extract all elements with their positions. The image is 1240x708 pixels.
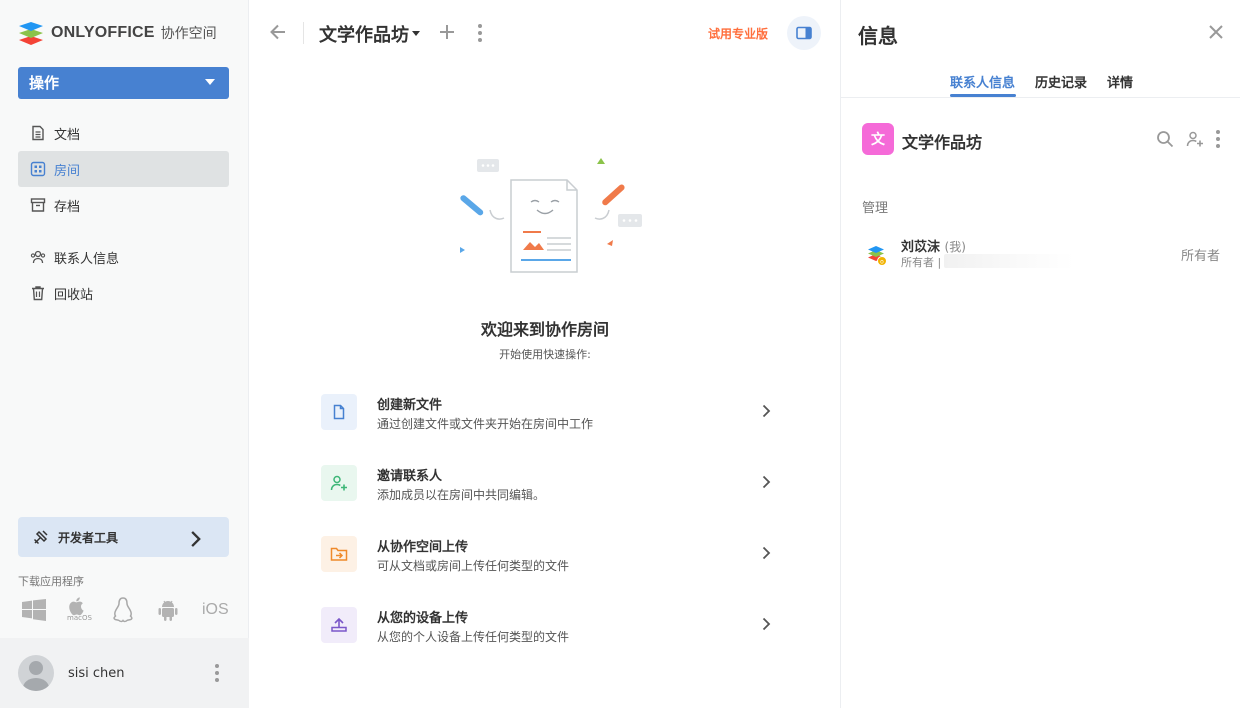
svg-text:o: o [880,258,884,265]
quick-action-description: 可从文档或房间上传任何类型的文件 [377,559,570,573]
tab-contacts[interactable]: 联系人信息 [950,72,1015,91]
add-user-icon[interactable] [1186,130,1204,148]
ios-link[interactable]: iOS [202,596,247,624]
sidebar-item-archive[interactable]: 存档 [18,187,229,223]
chevron-right-icon [762,617,771,631]
group-label-admins: 管理 [862,201,889,216]
sidebar-item-trash[interactable]: 回收站 [18,275,229,311]
list-item[interactable]: o 刘苡沫 (我) 所有者 | 所有者 [862,234,1220,274]
contacts-icon [30,250,46,264]
member-subtitle: 所有者 | [901,256,942,269]
info-panel-title: 信息 [858,24,898,48]
main-content: 文学作品坊 试用专业版 欢迎来到协作房间 开始使用快速操作: 创建新文件 通过创 [250,0,840,708]
folder-upload-icon [321,536,357,572]
caret-down-icon [205,79,215,85]
actions-button[interactable]: 操作 [18,67,229,99]
sidebar-item-label: 存档 [54,199,81,215]
member-email-redacted [944,254,1074,268]
chevron-right-icon [762,546,771,560]
chevron-right-icon [191,531,201,547]
new-file-icon [321,394,357,430]
quick-action-description: 添加成员以在房间中共同编辑。 [377,488,546,502]
try-pro-link[interactable]: 试用专业版 [708,25,768,42]
logo[interactable]: ONLYOFFICE 协作空间 [18,21,217,45]
quick-action-title: 从协作空间上传 [377,540,469,555]
developer-tools-icon [33,530,48,545]
tab-history[interactable]: 历史记录 [1035,72,1087,91]
header-divider [303,22,304,44]
more-vertical-icon[interactable] [215,664,219,682]
room-member-actions [1156,130,1220,148]
chevron-right-icon [762,404,771,418]
sidebar-item-documents[interactable]: 文档 [18,115,229,151]
platform-links: macOS iOS [22,596,247,624]
device-upload-icon [321,607,357,643]
empty-room-illustration [460,158,642,273]
page-title[interactable]: 文学作品坊 [319,21,409,47]
room-avatar: 文 [862,123,894,155]
actions-button-label: 操作 [29,74,60,92]
avatar[interactable] [18,655,54,691]
developer-tools-label: 开发者工具 [58,530,119,545]
android-icon[interactable] [157,596,202,624]
user-name: sisi chen [68,665,125,681]
quick-action-create-file[interactable]: 创建新文件 通过创建文件或文件夹开始在房间中工作 [321,390,771,434]
owner-avatar-icon: o [868,246,887,266]
tab-details[interactable]: 详情 [1107,72,1133,91]
room-name: 文学作品坊 [902,133,983,152]
macos-label: macOS [67,614,92,622]
member-name-text: 刘苡沫 [901,240,941,255]
caret-down-icon[interactable] [412,31,420,36]
room-header: 文学作品坊 试用专业版 [250,0,840,66]
developer-tools-button[interactable]: 开发者工具 [18,517,229,557]
member-me-tag: (我) [944,240,966,254]
sidebar-item-rooms[interactable]: 房间 [18,151,229,187]
search-icon[interactable] [1156,130,1174,148]
welcome-title: 欢迎来到协作房间 [480,320,609,339]
member-role: 所有者 [1180,249,1220,264]
quick-action-title: 邀请联系人 [377,469,443,484]
sidebar-item-label: 文档 [54,127,81,143]
quick-action-title: 创建新文件 [377,398,443,413]
sidebar-item-contacts[interactable]: 联系人信息 [18,239,229,275]
welcome-subtitle: 开始使用快速操作: [499,348,591,361]
info-panel: 信息 联系人信息 历史记录 详情 文 文学作品坊 管理 o 刘苡沫 (我) 所有… [840,0,1240,708]
sidebar-item-label: 回收站 [54,287,94,303]
sidebar-item-label: 房间 [54,163,81,179]
sidebar: ONLYOFFICE 协作空间 操作 文档 房间 存档 联系人信息 回收站 开发… [0,0,249,708]
side-panel-icon [796,26,812,40]
windows-icon[interactable] [22,596,67,624]
linux-icon[interactable] [112,596,157,624]
active-tab-indicator [950,94,1016,97]
chevron-right-icon [762,475,771,489]
plus-icon[interactable] [438,22,456,42]
quick-action-description: 从您的个人设备上传任何类型的文件 [377,630,570,644]
download-apps-title: 下载应用程序 [18,575,84,588]
arrow-left-icon[interactable] [268,22,288,42]
quick-action-title: 从您的设备上传 [377,611,469,626]
member-name: 刘苡沫 (我) [901,236,966,255]
close-icon[interactable] [1208,24,1224,40]
trash-icon [32,286,44,301]
apple-macos-icon[interactable]: macOS [67,596,112,624]
invite-user-icon [321,465,357,501]
quick-action-upload-from-docspace[interactable]: 从协作空间上传 可从文档或房间上传任何类型的文件 [321,532,771,576]
logo-subtitle: 协作空间 [160,26,217,42]
quick-action-invite-contacts[interactable]: 邀请联系人 添加成员以在房间中共同编辑。 [321,461,771,505]
logo-text: ONLYOFFICE [51,24,155,41]
rooms-grid-icon [30,161,46,177]
info-tabs: 联系人信息 历史记录 详情 [841,66,1240,98]
document-icon [32,125,44,141]
archive-icon [30,198,46,212]
user-profile-bar[interactable]: sisi chen [0,638,249,708]
more-vertical-icon[interactable] [478,24,482,42]
quick-action-description: 通过创建文件或文件夹开始在房间中工作 [377,417,594,431]
onlyoffice-logo-icon [18,21,44,45]
more-vertical-icon[interactable] [1216,130,1220,148]
sidebar-item-label: 联系人信息 [54,251,120,267]
info-panel-toggle-button[interactable] [787,16,821,50]
quick-action-upload-from-device[interactable]: 从您的设备上传 从您的个人设备上传任何类型的文件 [321,603,771,647]
